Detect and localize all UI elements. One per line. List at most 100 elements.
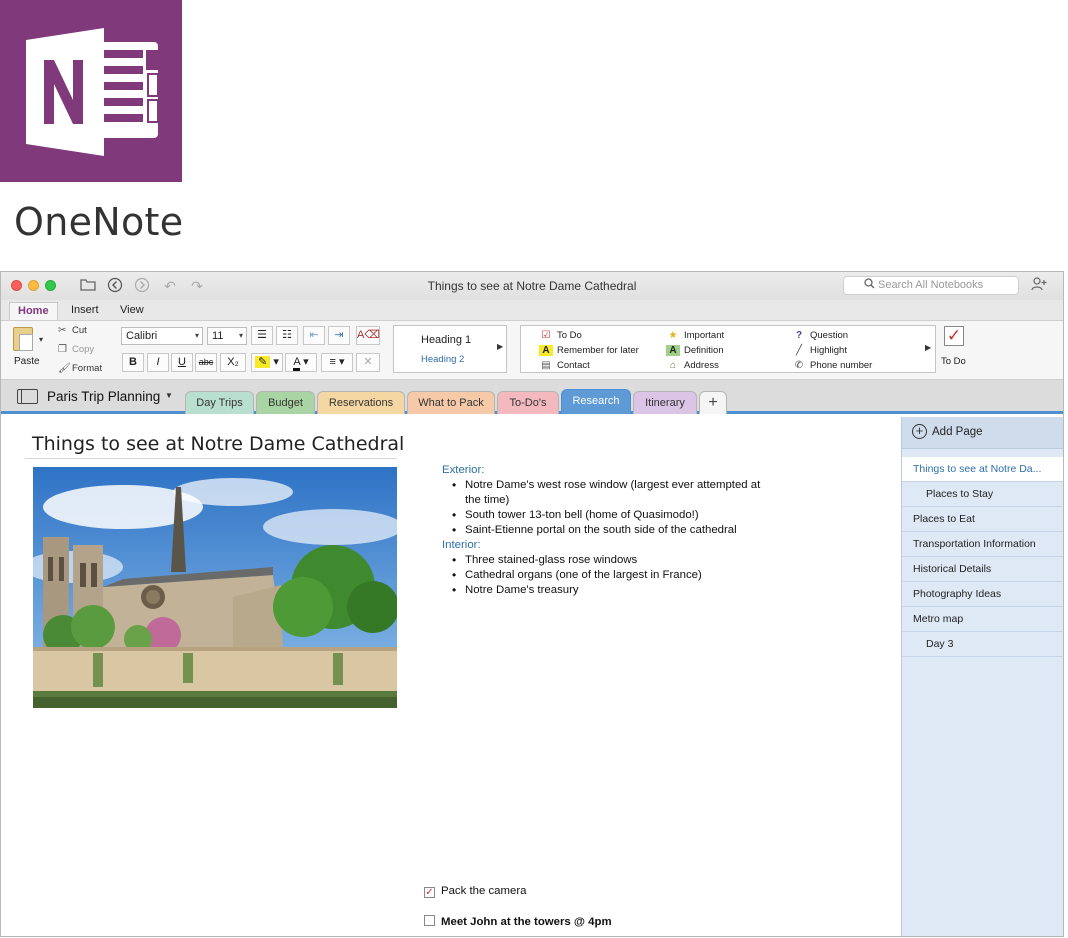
notre-dame-photo[interactable]	[33, 467, 397, 708]
page-title[interactable]: Things to see at Notre Dame Cathedral	[32, 433, 404, 455]
font-size-select[interactable]: 11 ▾	[207, 327, 247, 345]
cut-button[interactable]: ✂ Cut	[58, 325, 87, 336]
plus-circle-icon: +	[912, 424, 927, 439]
checkbox-icon: ☑	[541, 330, 551, 341]
paste-options-chevron-icon[interactable]: ▾	[39, 335, 43, 344]
todo-checkbox-checked[interactable]: ✓	[424, 887, 435, 898]
copy-icon: ❐	[58, 344, 67, 355]
add-section-button[interactable]: +	[699, 391, 727, 414]
page-item-notre-dame[interactable]: Things to see at Notre Da...	[902, 457, 1063, 482]
outdent-icon: ⇤	[309, 329, 319, 341]
notebook-chevron-down-icon[interactable]: ▼	[165, 391, 173, 400]
todo-item-pack-camera: ✓ Pack the camera	[424, 885, 526, 898]
page-item-photography-ideas[interactable]: Photography Ideas	[902, 582, 1063, 607]
tag-highlight[interactable]: ╱ Highlight	[792, 345, 847, 356]
pages-pane: + Add Page Things to see at Notre Da... …	[901, 417, 1063, 936]
styles-gallery[interactable]: Heading 1 Heading 2 ▶	[393, 325, 507, 373]
tag-contact[interactable]: ▤ Contact	[539, 360, 589, 371]
expand-tags-arrow-icon[interactable]: ▶	[925, 343, 931, 352]
todo-tag-button[interactable]: To Do	[941, 356, 966, 367]
section-tab-budget[interactable]: Budget	[256, 391, 315, 414]
pen-icon: ╱	[795, 345, 803, 356]
align-left-icon: ≡	[329, 356, 336, 368]
paste-button[interactable]: Paste	[14, 356, 40, 367]
notebook-name[interactable]: Paris Trip Planning	[47, 389, 160, 404]
add-page-button[interactable]: + Add Page	[902, 417, 1063, 449]
tag-important-label: Important	[684, 330, 725, 341]
format-painter-button[interactable]: 🖌Format	[58, 363, 102, 374]
tab-insert[interactable]: Insert	[63, 302, 107, 321]
eraser-icon: A⌫	[357, 329, 380, 341]
style-heading-2[interactable]: Heading 2	[421, 354, 464, 365]
clear-formatting-button[interactable]: A⌫	[356, 326, 380, 345]
tag-important[interactable]: ★ Important	[666, 330, 725, 341]
tab-home[interactable]: Home	[9, 302, 58, 321]
clipboard-icon[interactable]	[13, 327, 33, 351]
ribbon-home: ▾ Paste ✂ Cut ❐ Copy 🖌Format Calibri ▾ 11 ▾ …	[1, 320, 1063, 380]
tag-remember-label: Remember for later	[557, 345, 639, 356]
strikethrough-button[interactable]: abc	[195, 353, 217, 372]
onenote-logo	[0, 0, 182, 182]
tab-view[interactable]: View	[112, 302, 152, 321]
style-heading-1[interactable]: Heading 1	[421, 334, 471, 346]
page-item-places-to-stay[interactable]: Places to Stay	[902, 482, 1063, 507]
star-icon: ★	[668, 330, 678, 341]
decrease-indent-button[interactable]: ⇤	[303, 326, 325, 345]
tag-address[interactable]: ⌂ Address	[666, 360, 719, 371]
page-item-transportation[interactable]: Transportation Information	[902, 532, 1063, 557]
tag-question[interactable]: ? Question	[792, 330, 848, 341]
section-tab-todos[interactable]: To-Do's	[497, 391, 559, 414]
notebook-icon[interactable]	[17, 389, 38, 404]
delete-button[interactable]: ✕	[356, 353, 380, 372]
highlight-a-icon: A	[539, 345, 553, 356]
page-item-historical-details[interactable]: Historical Details	[902, 557, 1063, 582]
brand-name: OneNote	[14, 200, 184, 244]
tag-phone-number[interactable]: ✆ Phone number	[792, 360, 873, 371]
page-item-day-3[interactable]: Day 3	[902, 632, 1063, 657]
title-divider	[25, 458, 397, 459]
indent-icon: ⇥	[334, 329, 344, 341]
font-color-icon: A	[293, 356, 301, 371]
question-icon: ?	[795, 330, 803, 341]
contact-card-icon: ▤	[541, 360, 551, 371]
section-tab-what-to-pack[interactable]: What to Pack	[407, 391, 495, 414]
search-notebooks-input[interactable]: Search All Notebooks	[843, 276, 1019, 295]
bullets-button[interactable]: ☰	[251, 326, 273, 345]
format-label: Format	[72, 363, 103, 374]
copy-button[interactable]: ❐ Copy	[58, 344, 94, 355]
page-item-places-to-eat[interactable]: Places to Eat	[902, 507, 1063, 532]
section-tab-day-trips[interactable]: Day Trips	[185, 391, 254, 414]
section-tab-itinerary[interactable]: Itinerary	[633, 391, 697, 414]
font-name-select[interactable]: Calibri ▾	[121, 327, 203, 345]
list-item: Saint-Etienne portal on the south side o…	[452, 523, 782, 538]
bold-button[interactable]: B	[122, 353, 144, 372]
expand-styles-arrow-icon[interactable]: ▶	[497, 342, 503, 351]
tag-definition[interactable]: A Definition	[666, 345, 724, 356]
onenote-logo-icon	[26, 28, 159, 156]
font-size-value: 11	[212, 330, 224, 342]
underline-button[interactable]: U	[171, 353, 193, 372]
tag-remember-for-later[interactable]: A Remember for later	[539, 345, 639, 356]
todo-checkmark-icon[interactable]: ✓	[944, 326, 964, 346]
italic-button[interactable]: I	[147, 353, 169, 372]
increase-indent-button[interactable]: ⇥	[328, 326, 350, 345]
share-person-icon[interactable]	[1031, 277, 1047, 294]
font-color-button[interactable]: A ▾	[285, 353, 317, 372]
page-item-metro-map[interactable]: Metro map	[902, 607, 1063, 632]
page-canvas[interactable]: Things to see at Notre Dame Cathedral Ex…	[1, 417, 901, 936]
todo-label: Meet John at the towers @ 4pm	[441, 916, 612, 928]
list-item-continuation: the time)	[465, 494, 510, 506]
subscript-button[interactable]: X₂	[220, 353, 246, 372]
numbering-button[interactable]: ☷	[276, 326, 298, 345]
highlighter-icon: ✎	[255, 356, 271, 368]
todo-checkbox[interactable]	[424, 915, 435, 926]
notebook-section-bar: Paris Trip Planning ▼ Day Trips Budget R…	[1, 380, 1063, 414]
scissors-icon: ✂	[58, 325, 67, 336]
paintbrush-icon: 🖌	[58, 363, 71, 374]
section-tab-reservations[interactable]: Reservations	[317, 391, 405, 414]
highlight-color-button[interactable]: ✎ ▾	[251, 353, 283, 372]
tag-todo[interactable]: ☑ To Do	[539, 330, 582, 341]
note-outline[interactable]: Exterior: Notre Dame's west rose window …	[442, 463, 782, 598]
section-tab-research[interactable]: Research	[561, 389, 631, 414]
paragraph-align-button[interactable]: ≡ ▾	[321, 353, 353, 372]
